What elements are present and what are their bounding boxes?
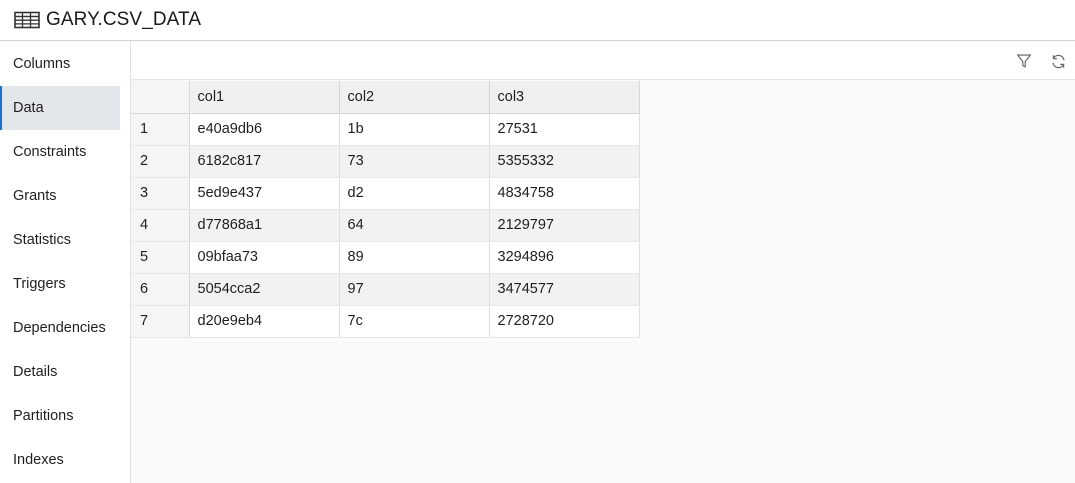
grid-cell[interactable]: 27531 [489, 113, 640, 146]
grid-cell[interactable]: 09bfaa73 [189, 241, 340, 274]
grid-cell[interactable]: 89 [339, 241, 490, 274]
column-header-col1[interactable]: col1 [189, 81, 340, 114]
grid-corner-cell[interactable] [131, 81, 190, 114]
refresh-icon[interactable] [1047, 50, 1069, 72]
sidebar-item-data[interactable]: Data [0, 86, 120, 130]
page-title: GARY.CSV_DATA [46, 9, 202, 30]
sidebar-item-statistics[interactable]: Statistics [0, 218, 120, 262]
grid-cell[interactable]: e40a9db6 [189, 113, 340, 146]
table-row: 4 d77868a1 64 2129797 [131, 209, 640, 242]
grid-cell[interactable]: 73 [339, 145, 490, 178]
sidebar-item-details[interactable]: Details [0, 350, 120, 394]
grid-cell[interactable]: 2129797 [489, 209, 640, 242]
sidebar-item-columns[interactable]: Columns [0, 42, 120, 86]
row-number[interactable]: 6 [131, 273, 190, 306]
grid-cell[interactable]: 5ed9e437 [189, 177, 340, 210]
row-number[interactable]: 3 [131, 177, 190, 210]
grid-cell[interactable]: d77868a1 [189, 209, 340, 242]
grid-cell[interactable]: 7c [339, 305, 490, 338]
table-row: 3 5ed9e437 d2 4834758 [131, 177, 640, 210]
grid-cell[interactable]: 3474577 [489, 273, 640, 306]
sidebar-item-dependencies[interactable]: Dependencies [0, 306, 120, 350]
grid-cell[interactable]: 4834758 [489, 177, 640, 210]
row-number[interactable]: 7 [131, 305, 190, 338]
table-row: 6 5054cca2 97 3474577 [131, 273, 640, 306]
grid-cell[interactable]: 64 [339, 209, 490, 242]
grid-cell[interactable]: d2 [339, 177, 490, 210]
grid-cell[interactable]: 5054cca2 [189, 273, 340, 306]
table-row: 5 09bfaa73 89 3294896 [131, 241, 640, 274]
column-header-col2[interactable]: col2 [339, 81, 490, 114]
grid-cell[interactable]: 1b [339, 113, 490, 146]
table-row: 7 d20e9eb4 7c 2728720 [131, 305, 640, 338]
data-panel: col1 col2 col3 1 e40a9db6 1b 27531 2 618… [131, 41, 1075, 483]
grid-cell[interactable]: 3294896 [489, 241, 640, 274]
data-grid: col1 col2 col3 1 e40a9db6 1b 27531 2 618… [131, 81, 640, 338]
grid-cell[interactable]: 97 [339, 273, 490, 306]
page-header: GARY.CSV_DATA [0, 0, 1075, 41]
row-number[interactable]: 1 [131, 113, 190, 146]
column-header-col3[interactable]: col3 [489, 81, 640, 114]
filter-icon[interactable] [1013, 50, 1035, 72]
sidebar-item-constraints[interactable]: Constraints [0, 130, 120, 174]
sidebar-item-grants[interactable]: Grants [0, 174, 120, 218]
grid-cell[interactable]: d20e9eb4 [189, 305, 340, 338]
table-grid-icon [14, 11, 40, 29]
grid-cell[interactable]: 6182c817 [189, 145, 340, 178]
sidebar-item-partitions[interactable]: Partitions [0, 394, 120, 438]
sidebar-item-triggers[interactable]: Triggers [0, 262, 120, 306]
sidebar: Columns Data Constraints Grants Statisti… [0, 41, 131, 483]
row-number[interactable]: 2 [131, 145, 190, 178]
table-row: 1 e40a9db6 1b 27531 [131, 113, 640, 146]
table-row: 2 6182c817 73 5355332 [131, 145, 640, 178]
grid-cell[interactable]: 2728720 [489, 305, 640, 338]
sidebar-item-indexes[interactable]: Indexes [0, 438, 120, 482]
data-toolbar [131, 41, 1075, 80]
row-number[interactable]: 4 [131, 209, 190, 242]
grid-header-row: col1 col2 col3 [131, 81, 640, 114]
row-number[interactable]: 5 [131, 241, 190, 274]
grid-cell[interactable]: 5355332 [489, 145, 640, 178]
